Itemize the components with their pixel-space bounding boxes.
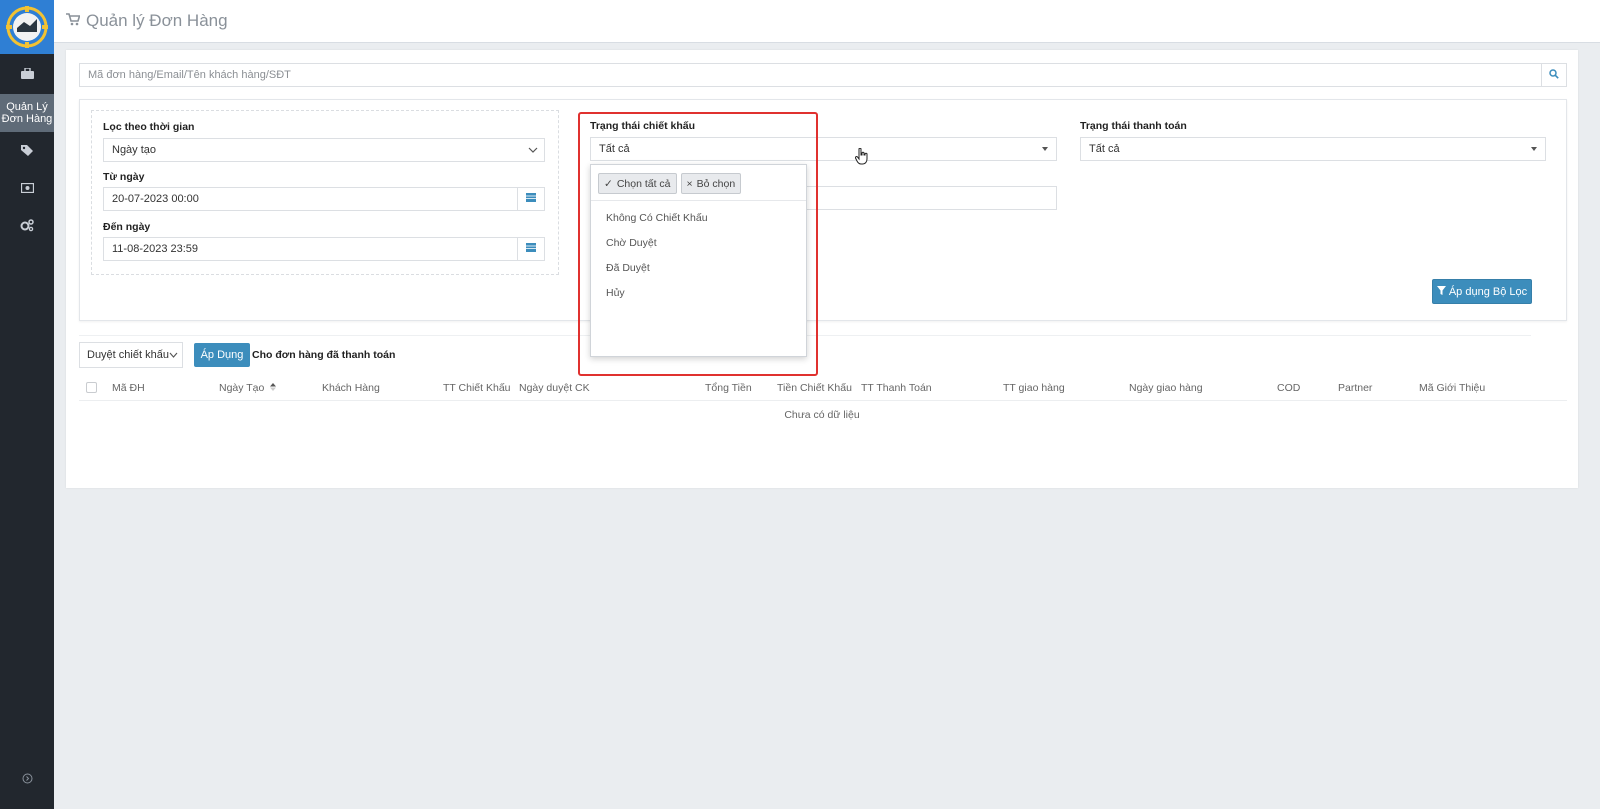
bulk-action-value: Duyệt chiết khấu	[87, 349, 169, 361]
time-filter-group: Lọc theo thời gian Ngày tạo Từ ngày 20-0…	[91, 110, 559, 275]
col-shipping-date[interactable]: Ngày giao hàng	[1129, 382, 1203, 394]
col-customer[interactable]: Khách Hàng	[322, 382, 380, 394]
time-filter-select[interactable]: Ngày tạo	[103, 138, 545, 162]
bulk-apply-button[interactable]: Áp Dụng	[194, 343, 250, 367]
sidebar-item-label: Quản Lý Đơn Hàng	[1, 101, 53, 125]
apply-filter-button[interactable]: Áp dụng Bộ Lọc	[1432, 279, 1532, 304]
select-all-checkbox[interactable]	[86, 382, 97, 393]
briefcase-icon	[20, 67, 34, 82]
col-payment-status[interactable]: TT Thanh Toán	[861, 382, 932, 394]
from-date-value: 20-07-2023 00:00	[112, 193, 199, 205]
hand-cursor-icon	[854, 147, 869, 168]
payment-status-value: Tất cả	[1089, 143, 1120, 155]
col-order-id[interactable]: Mã ĐH	[112, 382, 145, 394]
from-date-calendar-button[interactable]	[517, 188, 544, 210]
calendar-icon	[526, 243, 536, 255]
cart-icon	[66, 13, 81, 29]
col-discount-status[interactable]: TT Chiết Khấu	[443, 382, 511, 394]
search-input[interactable]	[79, 63, 1541, 87]
col-discount-approval-date[interactable]: Ngày duyệt CK	[519, 382, 590, 394]
app-logo[interactable]	[0, 0, 54, 54]
sort-icon	[270, 382, 277, 394]
payment-status-select[interactable]: Tất cả	[1080, 137, 1546, 161]
time-filter-label: Lọc theo thời gian	[103, 121, 195, 133]
to-date-calendar-button[interactable]	[517, 238, 544, 260]
payment-status-label: Trạng thái thanh toán	[1080, 120, 1187, 132]
col-shipping-status[interactable]: TT giao hàng	[1003, 382, 1065, 394]
time-filter-value: Ngày tạo	[112, 144, 157, 156]
sidebar-item-tags[interactable]	[0, 132, 54, 170]
cogs-icon	[20, 219, 34, 235]
filter-panel: Lọc theo thời gian Ngày tạo Từ ngày 20-0…	[79, 99, 1567, 321]
to-date-input[interactable]: 11-08-2023 23:59	[103, 237, 545, 261]
search-button[interactable]	[1541, 63, 1567, 87]
col-created-date[interactable]: Ngày Tạo	[219, 382, 277, 394]
circle-arrow-icon	[22, 773, 33, 787]
col-partner[interactable]: Partner	[1338, 382, 1372, 394]
sidebar-collapse-button[interactable]	[0, 773, 54, 787]
page-title: Quản lý Đơn Hàng	[86, 11, 228, 30]
table-header: Mã ĐH Ngày Tạo Khách Hàng TT Chiết Khấu …	[79, 376, 1567, 401]
highlight-box	[578, 112, 818, 376]
filter-icon	[1436, 285, 1446, 298]
sidebar-item-settings[interactable]	[0, 208, 54, 246]
search-bar	[79, 63, 1567, 87]
caret-down-icon	[1531, 147, 1537, 151]
apply-filter-label: Áp dụng Bộ Lọc	[1448, 285, 1528, 298]
col-referral-code[interactable]: Mã Giới Thiệu	[1419, 382, 1485, 394]
sidebar-item-money[interactable]	[0, 170, 54, 208]
col-cod[interactable]: COD	[1277, 382, 1300, 394]
chevron-down-icon	[528, 144, 538, 159]
col-discount-amount[interactable]: Tiền Chiết Khấu	[777, 382, 852, 394]
sidebar-item-order-management[interactable]: Quản Lý Đơn Hàng	[0, 94, 54, 132]
tags-icon	[20, 144, 34, 159]
from-date-input[interactable]: 20-07-2023 00:00	[103, 187, 545, 211]
top-bar: Quản lý Đơn Hàng	[54, 0, 1600, 43]
empty-table-message: Chưa có dữ liệu	[784, 409, 860, 421]
search-icon	[1549, 68, 1559, 82]
to-date-label: Đến ngày	[103, 221, 151, 233]
money-icon	[20, 182, 34, 196]
chevron-down-icon	[169, 350, 178, 363]
to-date-value: 11-08-2023 23:59	[112, 243, 199, 255]
sidebar: Quản Lý Đơn Hàng	[0, 0, 54, 809]
col-total[interactable]: Tổng Tiền	[705, 382, 752, 394]
bulk-action-select[interactable]: Duyệt chiết khấu	[79, 342, 183, 368]
col-created-date-label: Ngày Tạo	[219, 382, 265, 394]
from-date-label: Từ ngày	[103, 171, 145, 183]
bulk-note: Cho đơn hàng đã thanh toán	[252, 349, 396, 361]
main-panel: Lọc theo thời gian Ngày tạo Từ ngày 20-0…	[66, 50, 1578, 488]
caret-down-icon	[1042, 147, 1048, 151]
sidebar-item-briefcase[interactable]	[0, 56, 54, 94]
calendar-icon	[526, 193, 536, 205]
